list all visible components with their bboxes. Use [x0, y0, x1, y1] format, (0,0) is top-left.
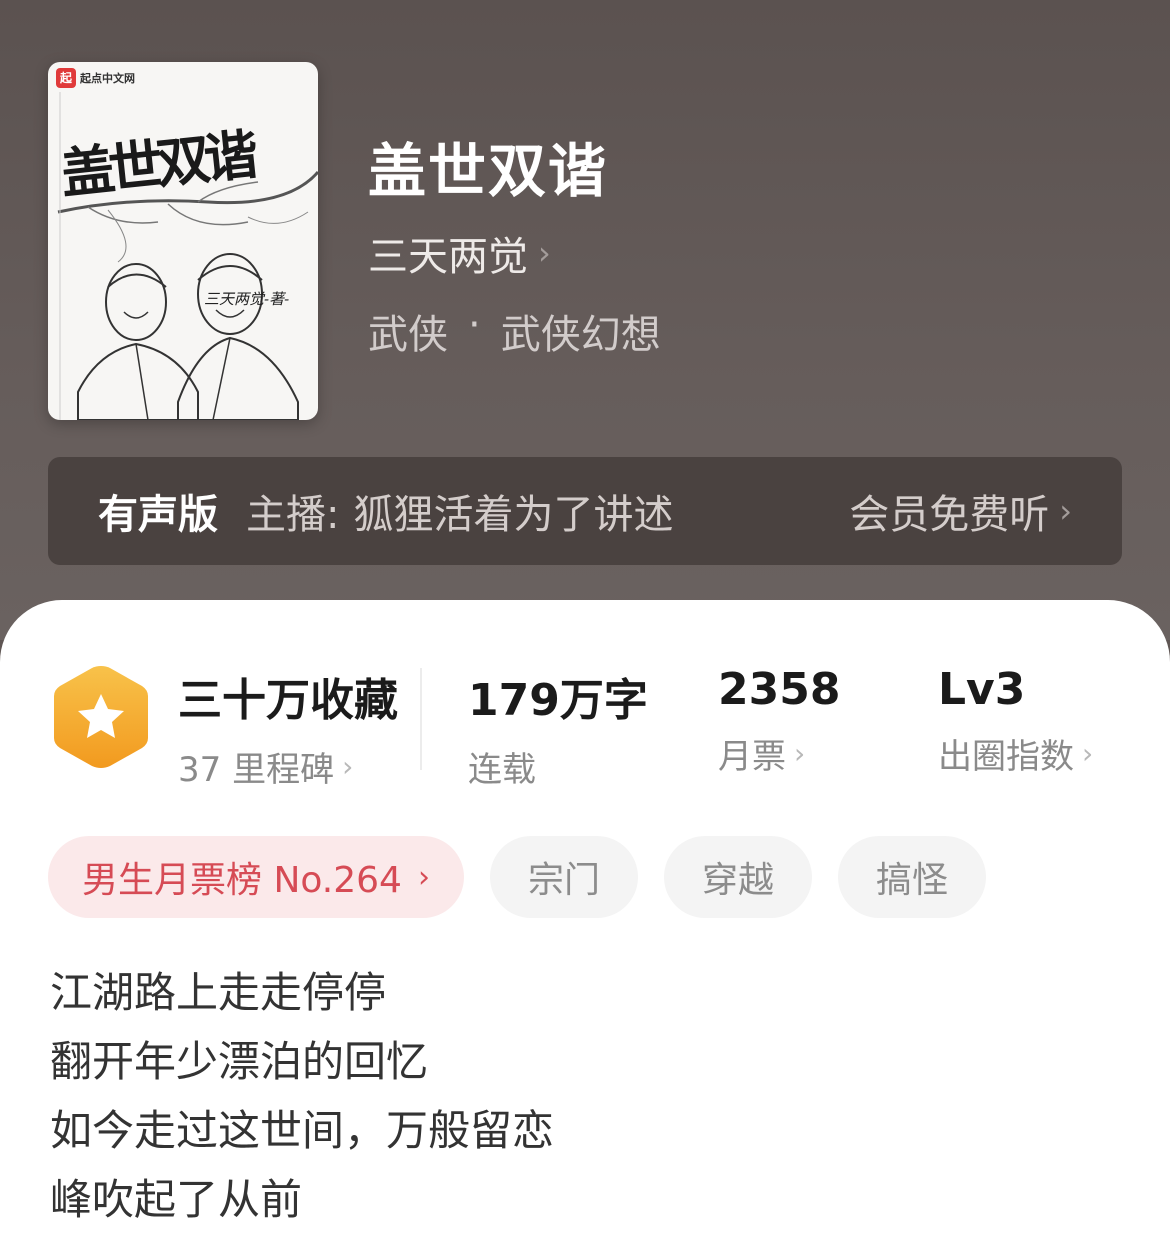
audio-host-name: 狐狸活着为了讲述 [353, 492, 674, 538]
qidian-logo-icon: 起 [56, 68, 76, 88]
stats-divider [420, 668, 422, 770]
chevron-right-icon: › [417, 859, 430, 895]
tag-time-travel[interactable]: 穿越 [663, 836, 812, 918]
book-cover[interactable]: 起 起点中文网 盖世双谐 三天两觉-著- [48, 62, 318, 420]
stat-monthly-tickets[interactable]: 2358 月票 › [718, 664, 840, 778]
book-title: 盖世双谐 [368, 137, 609, 205]
genre-separator: · [468, 302, 481, 348]
word-count-unit: 万字 [559, 675, 648, 726]
cover-brand: 起 起点中文网 [56, 68, 135, 88]
milestone-link[interactable]: 37 里程碑 › [178, 742, 398, 791]
audio-cta-label: 会员免费听 [849, 492, 1050, 538]
tag-funny[interactable]: 搞怪 [837, 836, 986, 918]
book-intro[interactable]: 江湖路上走走停停 翻开年少漂泊的回忆 如今走过这世间，万般留恋 峰吹起了从前 [50, 958, 554, 1234]
intro-line: 峰吹起了从前 [50, 1175, 303, 1224]
stat-collection[interactable]: 三十万收藏 37 里程碑 › [178, 664, 398, 791]
collection-count: 三十万收藏 [178, 675, 398, 726]
monthly-ticket-count: 2358 [718, 664, 841, 715]
chevron-right-icon: › [1059, 492, 1072, 530]
monthly-ticket-label: 月票 [718, 737, 786, 777]
popularity-level: Lv3 [938, 664, 1026, 715]
author-name: 三天两觉 [368, 234, 528, 280]
chevron-right-icon: › [794, 737, 806, 770]
genre-main: 武侠 [368, 312, 448, 358]
intro-line: 翻开年少漂泊的回忆 [50, 1037, 429, 1086]
audio-host-label: 主播: [246, 492, 340, 538]
stat-word-count: 179万字 连载 [468, 664, 648, 791]
cover-brand-text: 起点中文网 [80, 72, 135, 85]
chevron-right-icon: › [342, 750, 354, 783]
intro-line: 江湖路上走走停停 [50, 968, 387, 1017]
chevron-right-icon: › [1082, 737, 1094, 770]
intro-line: 如今走过这世间，万般留恋 [50, 1106, 555, 1155]
book-genre: 武侠 · 武侠幻想 [368, 302, 661, 360]
ranking-label: 男生月票榜 No.264 [82, 860, 402, 901]
member-free-listen-button[interactable]: 会员免费听 › [849, 482, 1072, 540]
popularity-label: 出圈指数 [938, 737, 1074, 777]
audio-label: 有声版 [98, 492, 218, 538]
author-link[interactable]: 三天两觉 › [368, 224, 551, 282]
star-badge-icon [50, 662, 152, 776]
milestone-label: 37 里程碑 [178, 750, 335, 790]
stat-popularity-index[interactable]: Lv3 出圈指数 › [938, 664, 1093, 778]
tag-row: 男生月票榜 No.264 › 宗门 穿越 搞怪 [48, 836, 986, 918]
chevron-right-icon: › [538, 234, 551, 272]
word-count-number: 179 [468, 675, 560, 726]
genre-sub: 武侠幻想 [500, 312, 661, 358]
audiobook-bar[interactable]: 有声版 主播: 狐狸活着为了讲述 会员免费听 › [48, 457, 1122, 565]
tag-sect[interactable]: 宗门 [489, 836, 638, 918]
ranking-tag[interactable]: 男生月票榜 No.264 › [48, 836, 464, 918]
cover-author-art: 三天两觉-著- [204, 290, 290, 308]
serial-status: 连载 [468, 750, 536, 790]
cover-illustration [57, 92, 318, 420]
